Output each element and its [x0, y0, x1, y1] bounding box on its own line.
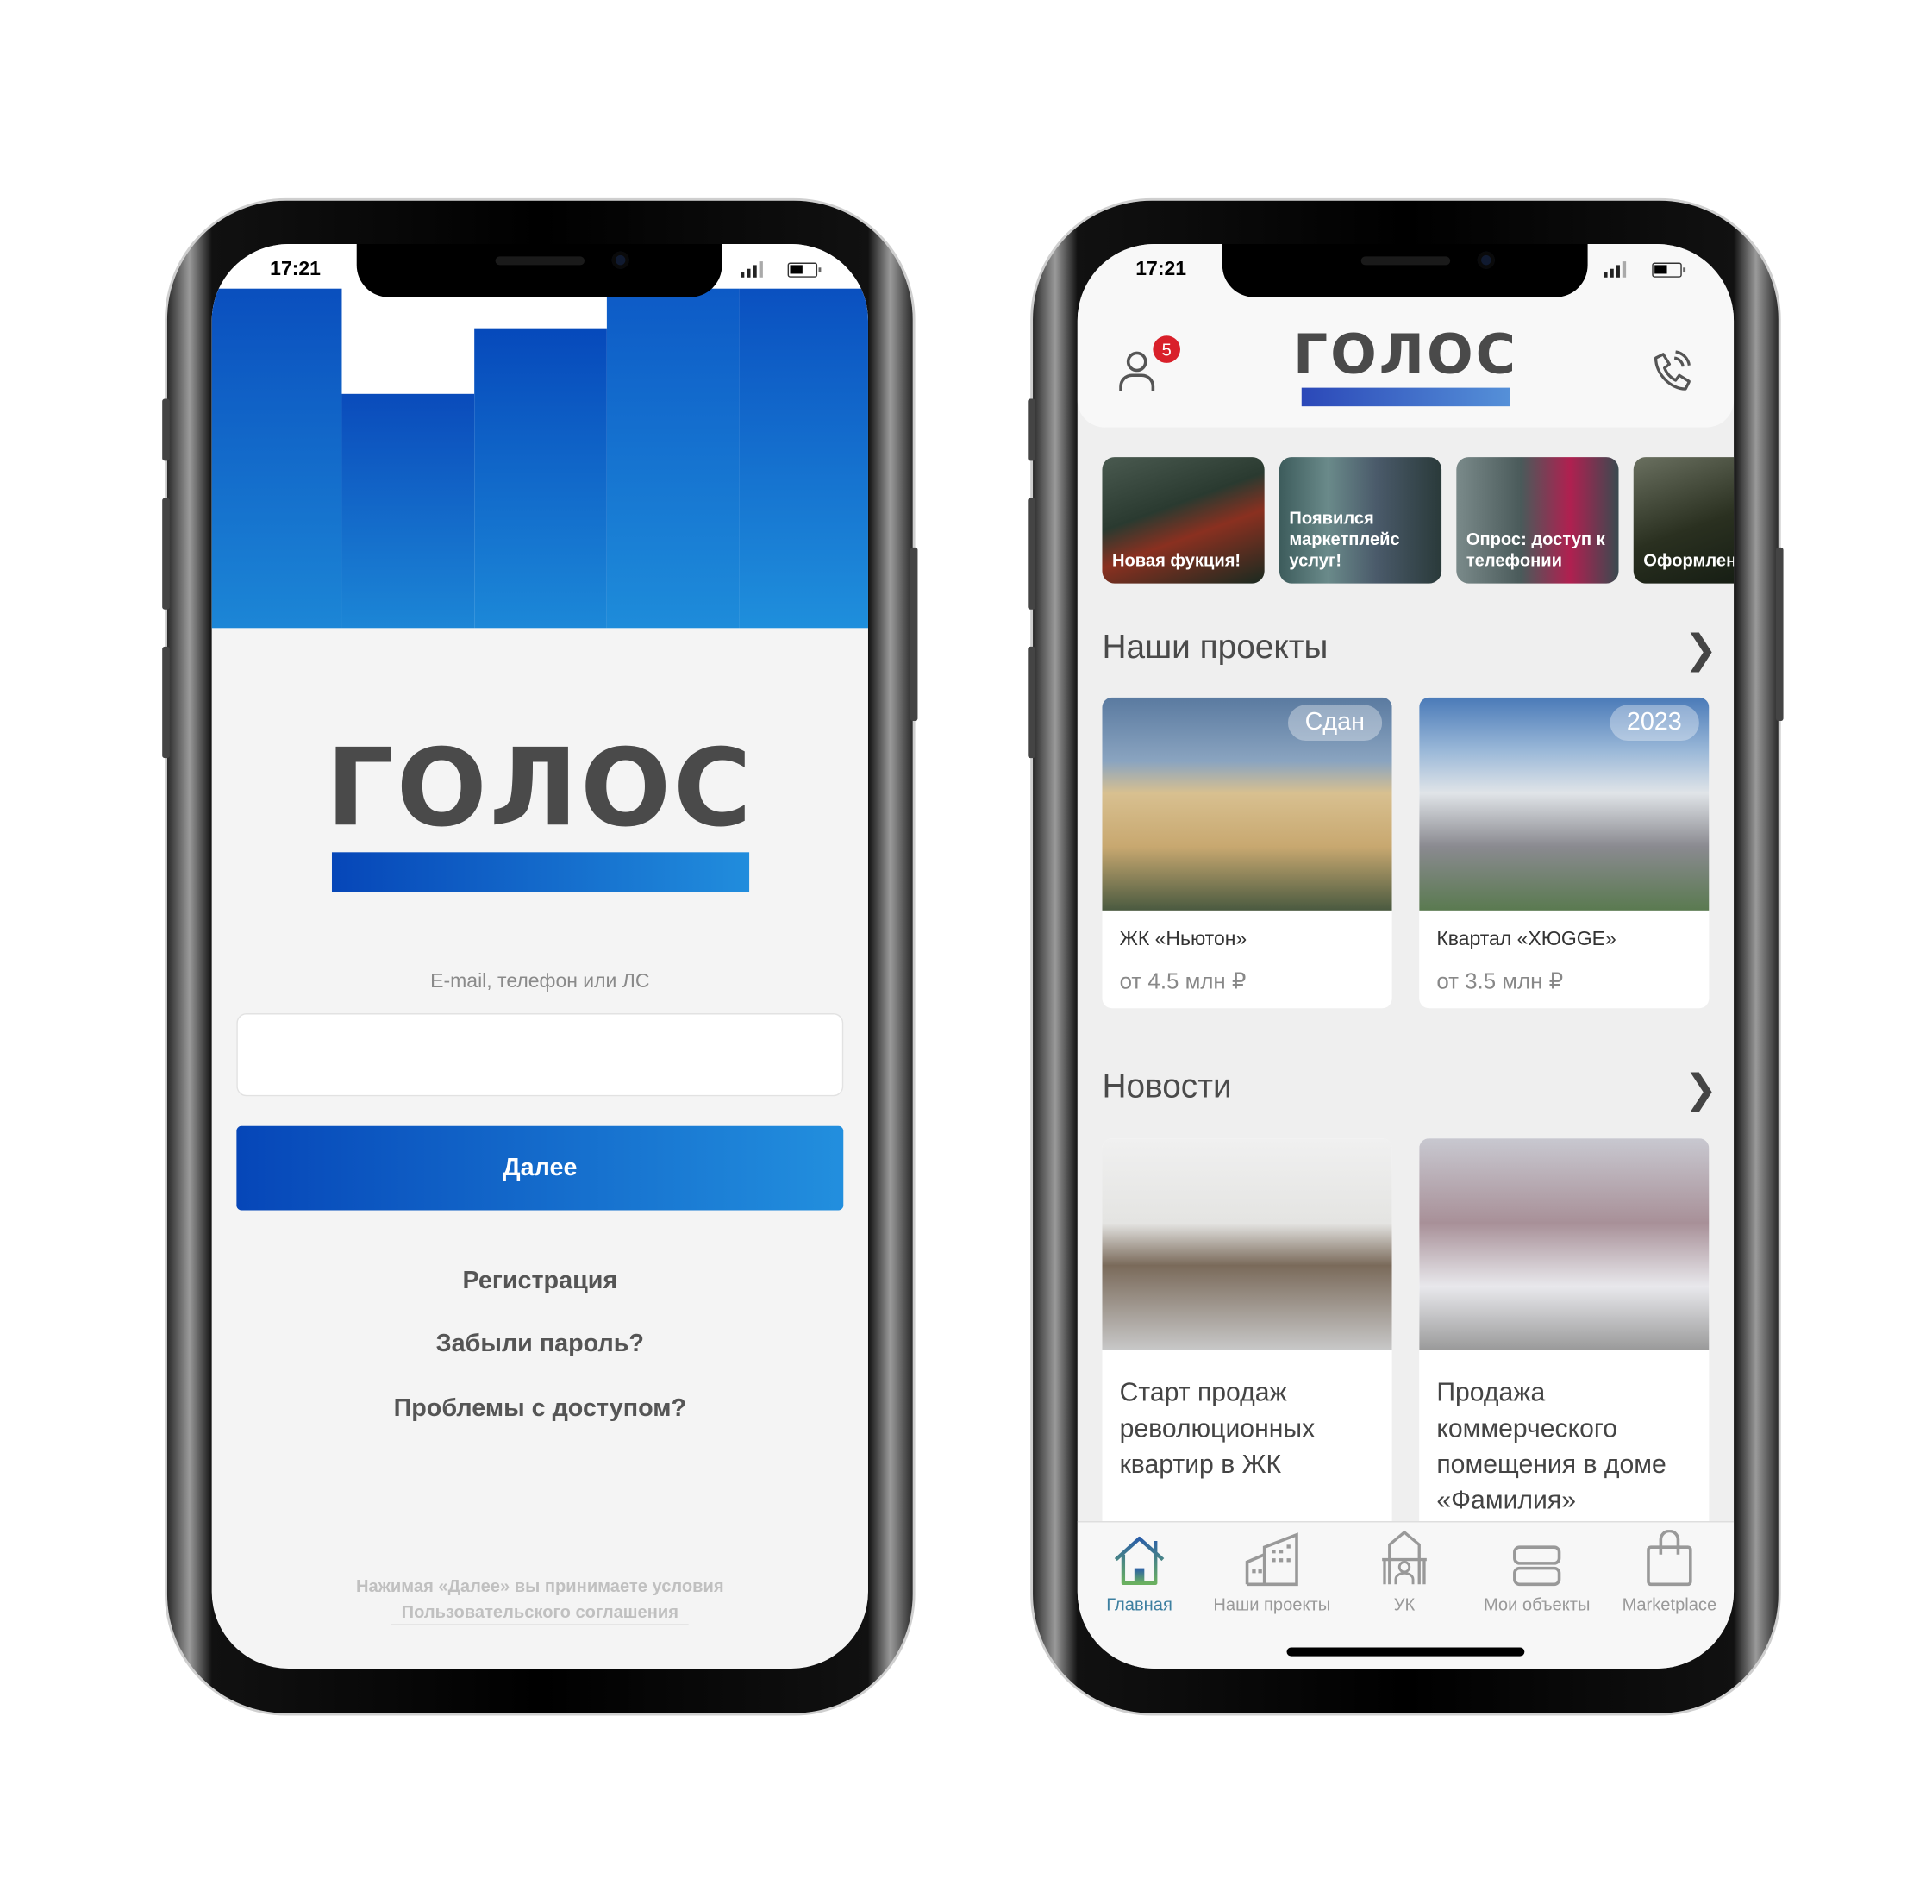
- side-button: [162, 646, 170, 759]
- notch: [356, 243, 722, 298]
- news-image: [1102, 1138, 1392, 1350]
- side-button: [1028, 398, 1035, 461]
- home-screen: 17:21 5 ГОЛОС Новая фукция! Появился мар…: [1077, 243, 1735, 1669]
- battery-icon: [1652, 262, 1686, 278]
- shopping-bag-icon: [1647, 1530, 1692, 1587]
- signal-icon: [741, 261, 763, 278]
- project-card[interactable]: Сдан ЖК «Ньютон» от 4.5 млн ₽: [1102, 697, 1392, 1009]
- logo-text: ГОЛОС: [1292, 323, 1518, 387]
- forgot-password-link[interactable]: Забыли пароль?: [212, 1331, 868, 1359]
- story-card[interactable]: Новая фукция!: [1102, 457, 1265, 584]
- user-icon[interactable]: [1117, 348, 1160, 393]
- projects-chevron-icon[interactable]: ❯: [1685, 625, 1718, 673]
- news-card[interactable]: Продажа коммерческого помещения в доме «…: [1419, 1138, 1710, 1535]
- story-card[interactable]: Появился маркетплейс услуг!: [1279, 457, 1442, 584]
- phone-call-icon[interactable]: [1651, 350, 1691, 393]
- tab-marketplace[interactable]: Marketplace: [1608, 1530, 1732, 1614]
- notification-badge: 5: [1153, 335, 1180, 363]
- project-image: 2023: [1419, 697, 1710, 911]
- access-problems-link[interactable]: Проблемы с доступом?: [212, 1394, 868, 1423]
- phone-frame-home: 17:21 5 ГОЛОС Новая фукция! Появился мар…: [1028, 200, 1784, 1713]
- projects-heading: Наши проекты: [1102, 628, 1329, 666]
- tab-label: Главная: [1106, 1594, 1172, 1614]
- news-title: Старт продаж революционных квартир в ЖК: [1119, 1378, 1316, 1480]
- side-button: [1775, 547, 1784, 722]
- signal-icon: [1604, 261, 1627, 278]
- status-badge: 2023: [1609, 705, 1699, 742]
- project-price: от 4.5 млн ₽: [1119, 968, 1247, 994]
- terms-link[interactable]: Пользовательского соглашения: [391, 1601, 689, 1625]
- status-time: 17:21: [1135, 259, 1187, 280]
- project-image: Сдан: [1102, 697, 1392, 911]
- side-button: [1028, 646, 1035, 759]
- side-button: [910, 547, 918, 722]
- news-title: Продажа коммерческого помещения в доме «…: [1436, 1378, 1666, 1515]
- status-badge: Сдан: [1287, 705, 1383, 742]
- buildings-icon: [1245, 1532, 1298, 1587]
- login-screen: 17:21 ГОЛОС E-mail, телефон или ЛС Далее…: [211, 243, 868, 1669]
- battery-icon: [787, 262, 822, 278]
- news-chevron-icon[interactable]: ❯: [1685, 1065, 1718, 1112]
- project-name: Квартал «ХЮGGE»: [1436, 929, 1616, 950]
- logo-bar: [1301, 387, 1510, 407]
- project-name: ЖК «Ньютон»: [1119, 929, 1247, 950]
- tab-label: Наши проекты: [1213, 1594, 1331, 1614]
- register-link[interactable]: Регистрация: [212, 1268, 868, 1296]
- project-card[interactable]: 2023 Квартал «ХЮGGE» от 3.5 млн ₽: [1419, 697, 1710, 1009]
- news-heading: Новости: [1102, 1068, 1232, 1105]
- news-image: [1419, 1138, 1710, 1350]
- tab-label: Marketplace: [1622, 1594, 1717, 1614]
- home-indicator[interactable]: [1286, 1647, 1525, 1657]
- management-company-icon: [1382, 1530, 1427, 1585]
- login-input[interactable]: [236, 1013, 844, 1097]
- header-banner: [211, 243, 868, 629]
- tab-label: Мои объекты: [1483, 1594, 1591, 1614]
- tab-home[interactable]: Главная: [1078, 1532, 1202, 1614]
- next-button[interactable]: Далее: [236, 1125, 844, 1211]
- tab-uk[interactable]: УК: [1342, 1530, 1466, 1614]
- side-button: [162, 498, 170, 610]
- tab-my-objects[interactable]: Мои объекты: [1475, 1532, 1599, 1614]
- terms-text: Нажимая «Далее» вы принимаете условия: [355, 1575, 724, 1596]
- story-card[interactable]: Оформление парадных: [1633, 457, 1735, 584]
- story-card[interactable]: Опрос: доступ к телефонии: [1456, 457, 1619, 584]
- side-button: [162, 398, 170, 461]
- notch: [1222, 243, 1588, 298]
- logo-bar: [331, 852, 750, 892]
- side-button: [1028, 498, 1035, 610]
- logo-text: ГОЛОС: [326, 727, 754, 851]
- my-objects-icon: [1513, 1545, 1561, 1587]
- status-time: 17:21: [270, 259, 321, 280]
- tab-label: УК: [1393, 1594, 1416, 1614]
- news-card[interactable]: Старт продаж революционных квартир в ЖК: [1102, 1138, 1392, 1535]
- phone-frame-login: 17:21 ГОЛОС E-mail, телефон или ЛС Далее…: [162, 200, 918, 1713]
- tab-projects[interactable]: Наши проекты: [1210, 1532, 1334, 1614]
- home-icon: [1114, 1536, 1165, 1586]
- project-price: от 3.5 млн ₽: [1436, 968, 1564, 994]
- field-label: E-mail, телефон или ЛС: [430, 971, 650, 993]
